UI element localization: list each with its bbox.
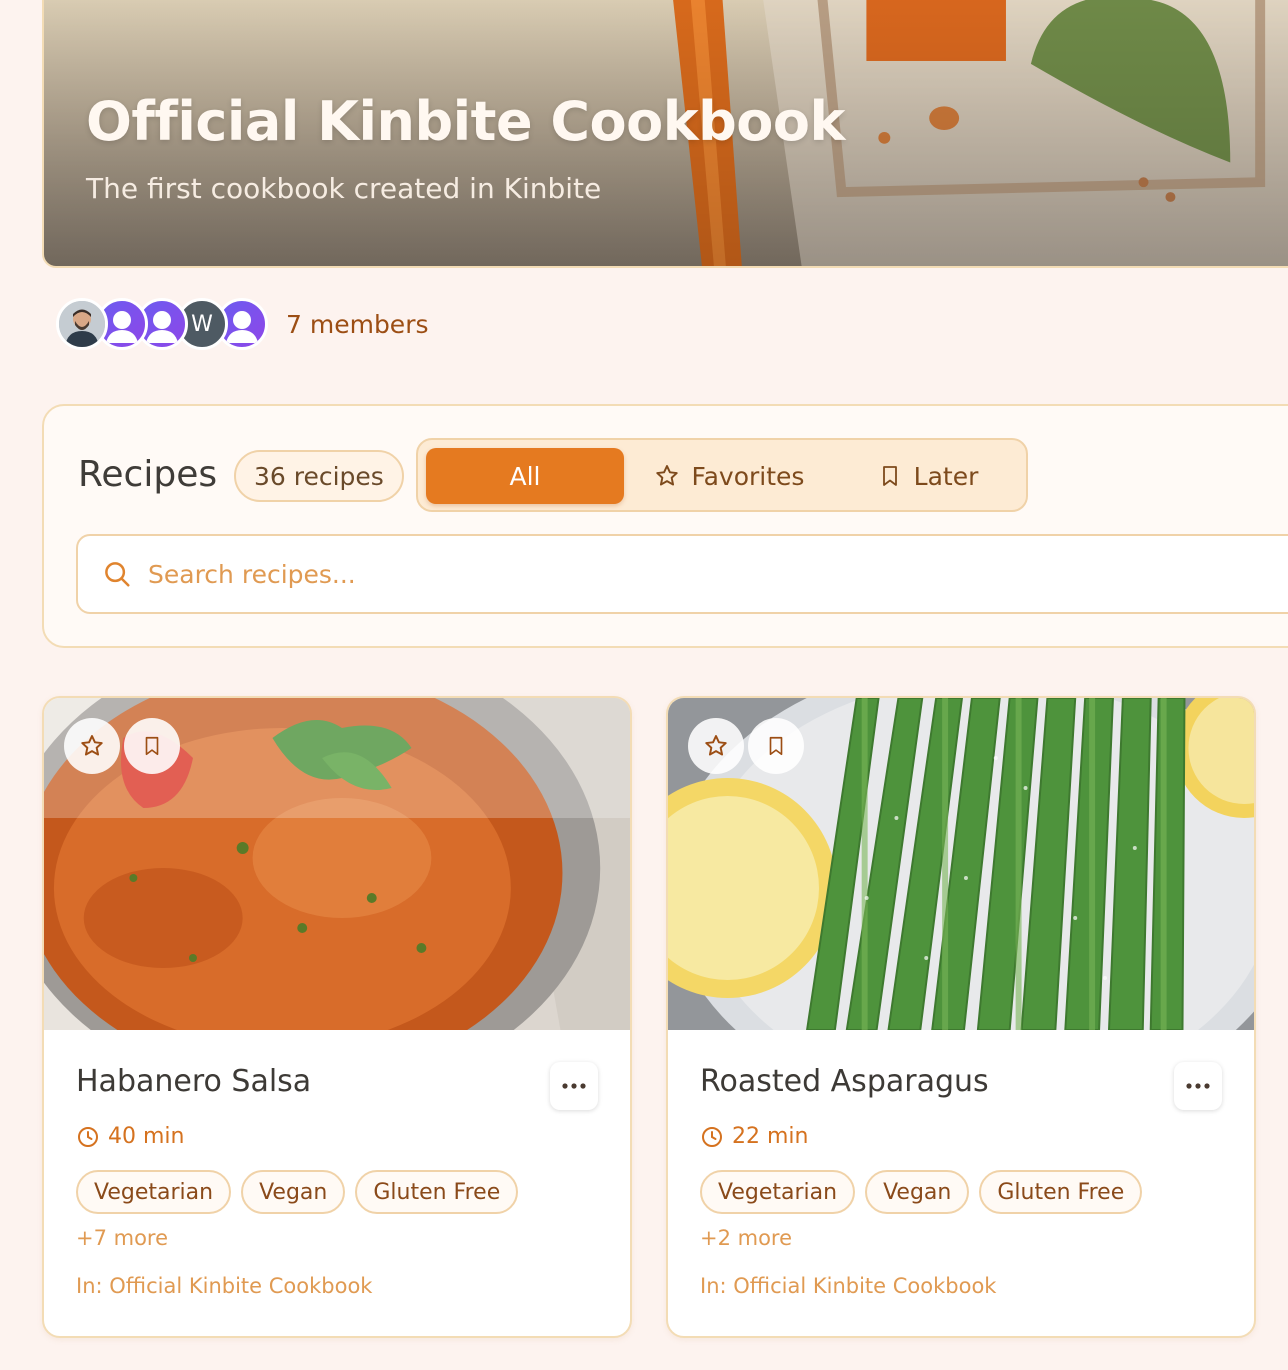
cookbook-source-label: In: Official Kinbite Cookbook xyxy=(700,1274,997,1298)
recipes-heading: Recipes xyxy=(78,454,218,495)
cook-time-label: 40 min xyxy=(108,1124,185,1149)
search-bar[interactable] xyxy=(76,534,1288,614)
cookbook-hero-banner: Official Kinbite Cookbook The first cook… xyxy=(42,0,1288,268)
save-for-later-button[interactable] xyxy=(748,718,804,774)
search-input[interactable] xyxy=(148,559,1048,589)
member-initial: W xyxy=(191,311,213,337)
recipe-card[interactable]: Roasted Asparagus 22 min Vegetarian Vega… xyxy=(666,696,1256,1338)
cookbook-title: Official Kinbite Cookbook xyxy=(86,90,845,153)
tab-later-label: Later xyxy=(913,461,979,491)
save-for-later-button[interactable] xyxy=(124,718,180,774)
more-options-button[interactable] xyxy=(1174,1062,1222,1110)
favorite-button[interactable] xyxy=(64,718,120,774)
user-photo-icon xyxy=(59,301,105,347)
bookmark-icon xyxy=(769,736,783,756)
bookmark-icon xyxy=(145,736,159,756)
tab-later[interactable]: Later xyxy=(834,448,1022,504)
recipe-count-badge: 36 recipes xyxy=(234,450,404,502)
more-tags-label: +7 more xyxy=(76,1226,169,1250)
more-tags-label: +2 more xyxy=(700,1226,793,1250)
search-icon xyxy=(105,562,130,587)
tab-favorites[interactable]: Favorites xyxy=(632,448,826,504)
cook-time: 40 min xyxy=(76,1124,184,1149)
tag-chip: Vegetarian xyxy=(76,1170,232,1214)
clock-icon xyxy=(702,1126,722,1147)
recipe-tags: Vegetarian Vegan Gluten Free xyxy=(700,1170,1143,1214)
more-options-button[interactable] xyxy=(550,1062,598,1110)
cook-time-label: 22 min xyxy=(732,1124,809,1149)
cook-time: 22 min xyxy=(700,1124,808,1149)
clock-icon xyxy=(78,1126,98,1147)
members-count[interactable]: 7 members xyxy=(286,310,429,339)
recipe-filter-tabs: All Favorites Later xyxy=(416,438,1028,512)
bookmark-icon xyxy=(882,466,897,486)
recipes-panel: Recipes 36 recipes All Favorites Later xyxy=(42,404,1288,648)
tag-chip: Gluten Free xyxy=(355,1170,519,1214)
star-icon xyxy=(81,735,103,756)
recipe-card[interactable]: Habanero Salsa 40 min Vegetarian Vegan G… xyxy=(42,696,632,1338)
ellipsis-icon xyxy=(1186,1083,1210,1089)
ellipsis-icon xyxy=(562,1083,586,1089)
cookbook-subtitle: The first cookbook created in Kinbite xyxy=(86,172,602,205)
favorite-button[interactable] xyxy=(688,718,744,774)
recipe-tags: Vegetarian Vegan Gluten Free xyxy=(76,1170,519,1214)
recipe-title[interactable]: Habanero Salsa xyxy=(76,1064,311,1099)
tag-chip: Vegan xyxy=(865,1170,970,1214)
star-icon xyxy=(705,735,727,756)
tag-chip: Gluten Free xyxy=(979,1170,1143,1214)
recipe-title[interactable]: Roasted Asparagus xyxy=(700,1064,989,1099)
cookbook-source-label: In: Official Kinbite Cookbook xyxy=(76,1274,373,1298)
tab-all[interactable]: All xyxy=(426,448,624,504)
tab-favorites-label: Favorites xyxy=(691,461,805,491)
tab-all-label: All xyxy=(509,461,541,491)
tag-chip: Vegan xyxy=(241,1170,346,1214)
member-avatar[interactable] xyxy=(56,298,108,350)
members-row[interactable]: W 7 members xyxy=(56,298,429,350)
star-icon xyxy=(655,465,678,486)
tag-chip: Vegetarian xyxy=(700,1170,856,1214)
